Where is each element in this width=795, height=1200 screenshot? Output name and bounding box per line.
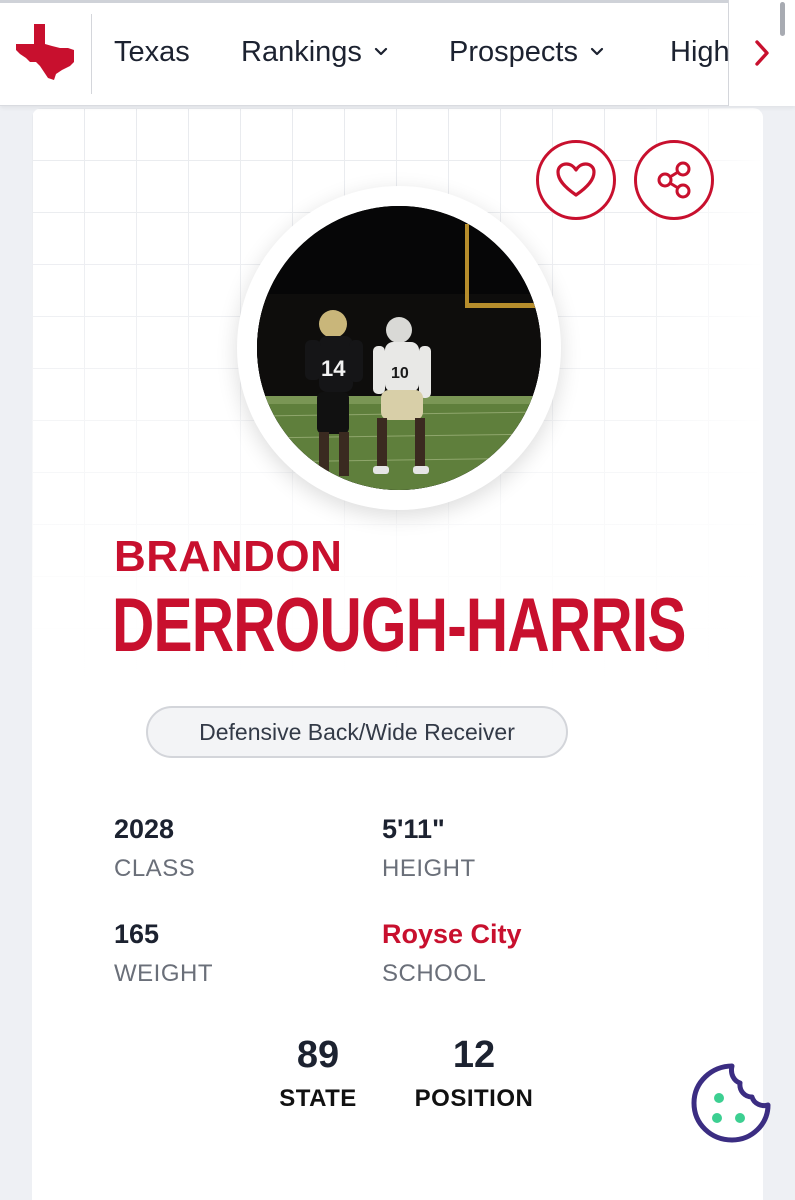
rank-label: STATE <box>279 1085 357 1112</box>
stat-value: 165 <box>114 919 160 949</box>
nav-item-prospects[interactable]: Prospects <box>449 34 604 70</box>
rank-position: 12 POSITION <box>400 1034 548 1113</box>
nav-item-label: Texas <box>114 35 190 68</box>
stat-label: CLASS <box>114 855 196 882</box>
rank-label: POSITION <box>414 1085 534 1112</box>
rank-value: 12 <box>452 1034 496 1076</box>
jersey-number-14: 14 <box>321 356 346 381</box>
favorite-button[interactable] <box>536 140 616 220</box>
stat-class: 2028 CLASS <box>114 814 195 883</box>
nav-item-label: Prospects <box>449 35 578 68</box>
stat-value: 2028 <box>114 814 175 844</box>
player-last-name: DERROUGH-HARRIS <box>112 583 686 668</box>
cookie-icon[interactable] <box>688 1060 774 1146</box>
chevron-down-icon <box>590 47 604 56</box>
position-label: Defensive Back/Wide Receiver <box>199 718 515 745</box>
nav-item-high[interactable]: High <box>670 34 728 70</box>
player-first-name: BRANDON <box>114 532 343 581</box>
player-photo-image: 14 10 <box>257 206 541 490</box>
stat-label: WEIGHT <box>114 960 213 987</box>
nav-item-label: Rankings <box>241 35 362 68</box>
top-navigation: Texas Rankings Prospects High <box>0 0 795 106</box>
heart-icon <box>556 162 596 197</box>
nav-item-label: High <box>670 35 728 68</box>
rank-state: 89 STATE <box>268 1034 368 1113</box>
player-photo-frame: 14 10 <box>237 186 561 510</box>
stat-weight: 165 WEIGHT <box>114 919 213 988</box>
stat-label: SCHOOL <box>382 960 487 987</box>
player-photo[interactable]: 14 10 <box>257 206 541 490</box>
position-badge: Defensive Back/Wide Receiver <box>146 706 568 758</box>
stat-label: HEIGHT <box>382 855 476 882</box>
scrollbar-thumb[interactable] <box>780 2 785 36</box>
chevron-right-icon <box>755 40 769 66</box>
browser-top-edge <box>0 0 795 3</box>
share-icon <box>657 161 691 199</box>
rank-value: 89 <box>296 1034 340 1076</box>
stat-value: 5'11" <box>382 814 445 844</box>
chevron-down-icon <box>374 47 388 56</box>
nav-divider <box>91 14 92 94</box>
stat-school: Royse City SCHOOL <box>382 919 522 988</box>
jersey-number-10: 10 <box>391 365 409 382</box>
nav-item-texas[interactable]: Texas <box>114 34 190 70</box>
prospect-profile-card: 14 10 BRANDON DERROUGH-HARRIS Defensive … <box>32 108 763 1200</box>
stat-height: 5'11" HEIGHT <box>382 814 476 883</box>
nav-overflow-area: High <box>640 24 728 84</box>
school-link[interactable]: Royse City <box>382 919 522 950</box>
share-button[interactable] <box>634 140 714 220</box>
texas-state-logo[interactable] <box>14 22 76 82</box>
nav-item-rankings[interactable]: Rankings <box>241 34 388 70</box>
